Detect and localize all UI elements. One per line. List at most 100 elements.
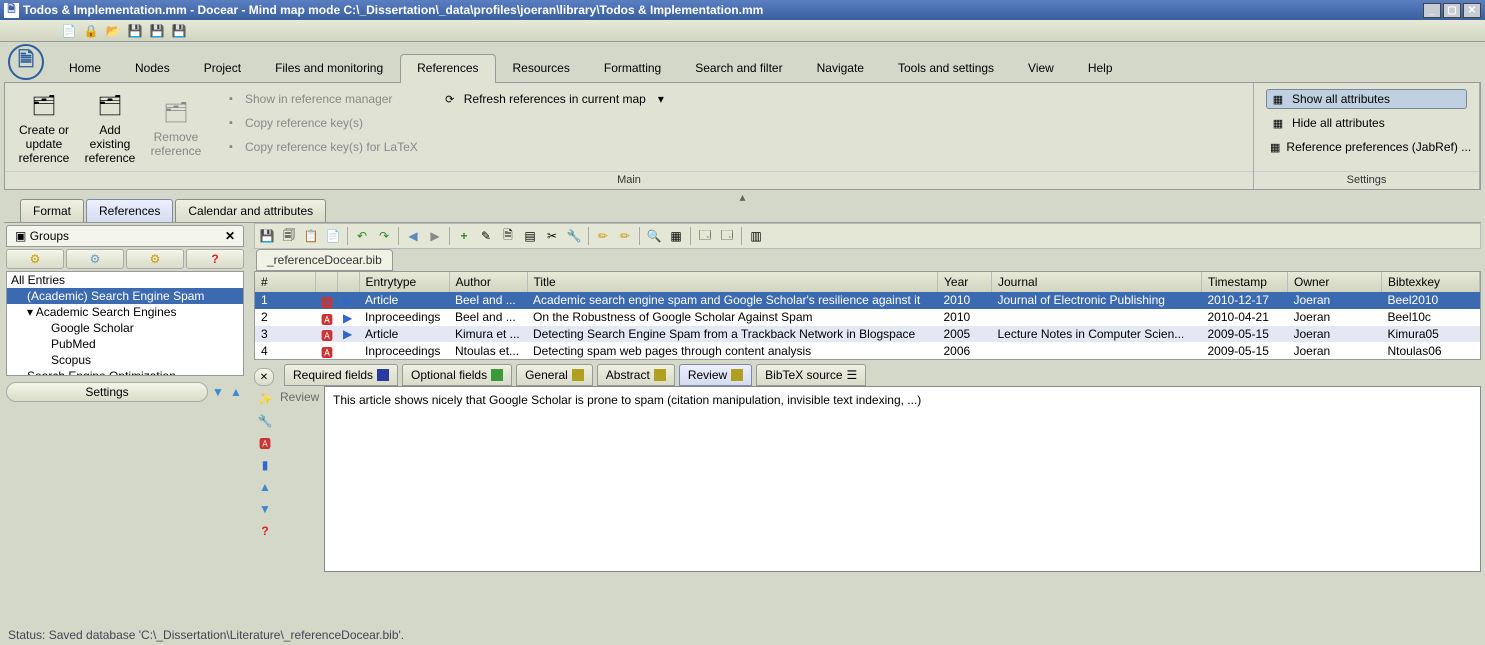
list-icon[interactable]: ▤ — [520, 226, 540, 246]
subtab-calendar-and-attributes[interactable]: Calendar and attributes — [175, 199, 326, 222]
columns-icon[interactable]: ▥ — [746, 226, 766, 246]
paste-icon[interactable]: 📋 — [301, 226, 321, 246]
groups-help-button[interactable]: ? — [186, 249, 244, 269]
detail-tab-required-fields[interactable]: Required fields — [284, 364, 398, 386]
menu-tools-and-settings[interactable]: Tools and settings — [881, 54, 1011, 83]
app-logo[interactable]: 🗎 — [0, 42, 52, 82]
maximize-button[interactable]: ▢ — [1443, 3, 1461, 18]
tree-item[interactable]: (Academic) Search Engine Spam — [7, 288, 243, 304]
tree-item[interactable]: ▾ Academic Search Engines — [7, 304, 243, 320]
review-textarea[interactable]: This article shows nicely that Google Sc… — [324, 386, 1481, 572]
detail-tab-general[interactable]: General — [516, 364, 593, 386]
menu-files-and-monitoring[interactable]: Files and monitoring — [258, 54, 400, 83]
copy-icon[interactable]: 🗐 — [279, 226, 299, 246]
toggle-icon[interactable]: 🗔 — [717, 226, 737, 246]
filter-icon[interactable]: ▦ — [666, 226, 686, 246]
reference-preferences-jabref--button[interactable]: ▦Reference preferences (JabRef) ... — [1266, 137, 1467, 157]
save-as-icon[interactable]: 💾 — [148, 22, 166, 40]
menu-resources[interactable]: Resources — [496, 54, 587, 83]
new-file-icon[interactable]: 📄 — [60, 22, 78, 40]
back-icon[interactable]: ◀ — [403, 226, 423, 246]
search-icon[interactable]: 🔍 — [644, 226, 664, 246]
menu-home[interactable]: Home — [52, 54, 118, 83]
create-or-update-reference-button[interactable]: 🗂Create or updatereference — [11, 87, 77, 167]
expand-up-icon[interactable]: ▲ — [228, 384, 244, 400]
col-year[interactable]: Year — [938, 272, 992, 292]
wand-icon[interactable]: ✨ — [256, 390, 274, 408]
table-row[interactable]: 1🅰▶ArticleBeel and ...Academic search en… — [255, 292, 1480, 309]
subtab-references[interactable]: References — [86, 199, 173, 222]
help-icon[interactable]: ? — [256, 522, 274, 540]
table-row[interactable]: 4🅰InproceedingsNtoulas et...Detecting sp… — [255, 342, 1480, 359]
refresh-references-button[interactable]: ⟳ Refresh references in current map ▾ — [438, 89, 668, 109]
file-tab[interactable]: _referenceDocear.bib — [256, 249, 393, 271]
down-arrow-icon[interactable]: ▼ — [256, 500, 274, 518]
tools-icon[interactable]: ✂ — [542, 226, 562, 246]
forward-icon[interactable]: ▶ — [425, 226, 445, 246]
col-icon[interactable] — [337, 272, 359, 292]
detail-tab-optional-fields[interactable]: Optional fields — [402, 364, 512, 386]
folder-icon[interactable]: 📂 — [104, 22, 122, 40]
mark-icon[interactable]: ✏ — [615, 226, 635, 246]
menu-nodes[interactable]: Nodes — [118, 54, 187, 83]
up-arrow-icon[interactable]: ▲ — [256, 478, 274, 496]
close-button[interactable]: ✕ — [1463, 3, 1481, 18]
edit-entry-icon[interactable]: ✎ — [476, 226, 496, 246]
detail-tab-bibtex-source[interactable]: BibTeX source☰ — [756, 364, 866, 386]
chevron-down-icon[interactable]: ▾ — [658, 92, 664, 106]
groups-tree[interactable]: All Entries(Academic) Search Engine Spam… — [6, 271, 244, 376]
lock-icon[interactable]: 🔒 — [82, 22, 100, 40]
redo-icon[interactable]: ↷ — [374, 226, 394, 246]
highlight-icon[interactable]: ✏ — [593, 226, 613, 246]
menu-navigate[interactable]: Navigate — [800, 54, 881, 83]
hide-all-attributes-button[interactable]: ▦Hide all attributes — [1266, 113, 1467, 133]
col-timestamp[interactable]: Timestamp — [1202, 272, 1288, 292]
tree-item[interactable]: Scopus — [7, 352, 243, 368]
show-all-attributes-button[interactable]: ▦Show all attributes — [1266, 89, 1467, 109]
col-journal[interactable]: Journal — [992, 272, 1202, 292]
wrench-icon[interactable]: 🔧 — [564, 226, 584, 246]
doc-icon[interactable]: 🗎 — [498, 226, 518, 246]
col-icon[interactable] — [315, 272, 337, 292]
groups-add-button[interactable]: ⚙ — [6, 249, 64, 269]
detail-tab-abstract[interactable]: Abstract — [597, 364, 675, 386]
menu-formatting[interactable]: Formatting — [587, 54, 678, 83]
table-row[interactable]: 3🅰▶ArticleKimura et ...Detecting Search … — [255, 326, 1480, 343]
col-title[interactable]: Title — [527, 272, 938, 292]
tree-item[interactable]: Search Engine Optimization — [7, 368, 243, 376]
groups-edit-button[interactable]: ⚙ — [66, 249, 124, 269]
save-icon[interactable]: 💾 — [126, 22, 144, 40]
subtab-format[interactable]: Format — [20, 199, 84, 222]
groups-refresh-button[interactable]: ⚙ — [126, 249, 184, 269]
col-author[interactable]: Author — [449, 272, 527, 292]
tree-item[interactable]: Google Scholar — [7, 320, 243, 336]
reference-table[interactable]: # EntrytypeAuthorTitleYearJournalTimestam… — [254, 271, 1481, 360]
col-owner[interactable]: Owner — [1288, 272, 1382, 292]
save-all-icon[interactable]: 💾 — [170, 22, 188, 40]
tree-item[interactable]: PubMed — [7, 336, 243, 352]
menu-view[interactable]: View — [1011, 54, 1071, 83]
close-detail-button[interactable]: ✕ — [254, 368, 274, 386]
pdf-icon[interactable]: 🅰 — [256, 434, 274, 452]
ribbon-collapse-handle[interactable]: ▴ — [0, 190, 1485, 198]
menu-help[interactable]: Help — [1071, 54, 1130, 83]
col-entrytype[interactable]: Entrytype — [359, 272, 449, 292]
bookmark-icon[interactable]: ▮ — [256, 456, 274, 474]
preview-icon[interactable]: 🗔 — [695, 226, 715, 246]
close-groups-icon[interactable]: ✕ — [225, 229, 235, 243]
col-bibtexkey[interactable]: Bibtexkey — [1382, 272, 1480, 292]
minimize-button[interactable]: _ — [1423, 3, 1441, 18]
new-entry-icon[interactable]: 📄 — [323, 226, 343, 246]
undo-icon[interactable]: ↶ — [352, 226, 372, 246]
add-existing-reference-button[interactable]: 🗂Add existingreference — [77, 87, 143, 167]
menu-references[interactable]: References — [400, 54, 495, 83]
add-icon[interactable]: + — [454, 226, 474, 246]
tree-all-entries[interactable]: All Entries — [7, 272, 243, 288]
menu-search-and-filter[interactable]: Search and filter — [678, 54, 799, 83]
detail-tab-review[interactable]: Review — [679, 364, 752, 386]
groups-settings-button[interactable]: Settings — [6, 382, 208, 402]
table-row[interactable]: 2🅰▶InproceedingsBeel and ...On the Robus… — [255, 309, 1480, 326]
col-#[interactable]: # — [255, 272, 315, 292]
save-db-icon[interactable]: 💾 — [257, 226, 277, 246]
groups-tab[interactable]: ▣ Groups ✕ — [6, 225, 244, 247]
